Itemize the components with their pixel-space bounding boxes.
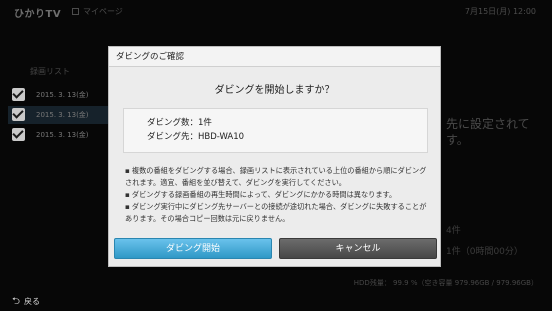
list-item-date: 2015. 3. 13(金) [36,91,89,99]
bullet-icon: ▪ [125,166,130,175]
note-item: ▪ ダビングする録画番組の再生時間によって、ダビングにかかる時間は異なります。 [125,190,397,199]
side-duration: 1件（0時間00分） [446,247,523,257]
list-item[interactable]: 2015. 3. 13(金) [8,126,108,144]
start-dubbing-button[interactable]: ダビング開始 [114,238,272,259]
side-info-text: 先に設定されて す。 [446,116,530,148]
list-header: 録画リスト [30,67,70,76]
side-info-line: 先に設定されて [446,117,530,131]
bullet-icon: ▪ [125,202,130,211]
dialog-question: ダビングを開始しますか？ [214,85,335,96]
back-label: 戻る [24,297,41,306]
note-item: ▪ 複数の番組をダビングする場合、録画リストに表示されている上位の番組から順にダビ… [125,166,427,187]
list-item[interactable]: 2015. 3. 13(金) [8,86,108,104]
checkbox-checked-icon[interactable] [12,88,25,101]
clock: 7月15日(月) 12:00 [464,7,536,16]
side-info-line: す。 [446,133,469,147]
cancel-button[interactable]: キャンセル [279,238,437,259]
dubbing-count: ダビング数：1件 [147,118,212,128]
top-bar: ひかりTV マイページ 7月15日(月) 12:00 [0,0,552,24]
breadcrumb-label: マイページ [83,7,123,16]
dubbing-summary-box: ダビング数：1件 ダビング先：HBD-WA10 [123,108,428,153]
side-count: 4件 [446,226,461,236]
dialog-notes: ▪ 複数の番組をダビングする場合、録画リストに表示されている上位の番組から順にダビ… [125,165,430,225]
dialog-title: ダビングのご確認 [109,47,440,67]
checkbox-checked-icon[interactable] [12,108,25,121]
dubbing-confirm-dialog: ダビングのご確認 ダビングを開始しますか？ ダビング数：1件 ダビング先：HBD… [108,46,441,267]
back-arrow-icon: ⮌ [12,296,21,307]
breadcrumb: マイページ [72,6,123,17]
bullet-icon: ▪ [125,190,130,199]
checkbox-checked-icon[interactable] [12,128,25,141]
dubbing-destination: ダビング先：HBD-WA10 [147,132,245,142]
list-item-date: 2015. 3. 13(金) [36,111,89,119]
page-icon [72,8,79,15]
note-item: ▪ ダビング実行中にダビング先サーバーとの接続が途切れた場合、ダビングに失敗するこ… [125,202,427,223]
app-logo: ひかりTV [14,9,62,20]
back-button[interactable]: ⮌ 戻る [12,294,40,311]
list-item[interactable]: 2015. 3. 13(金) [8,106,108,124]
hdd-status: HDD残量： 99.9 %（空き容量 979.96GB / 979.96GB） [353,279,538,287]
list-item-date: 2015. 3. 13(金) [36,131,89,139]
